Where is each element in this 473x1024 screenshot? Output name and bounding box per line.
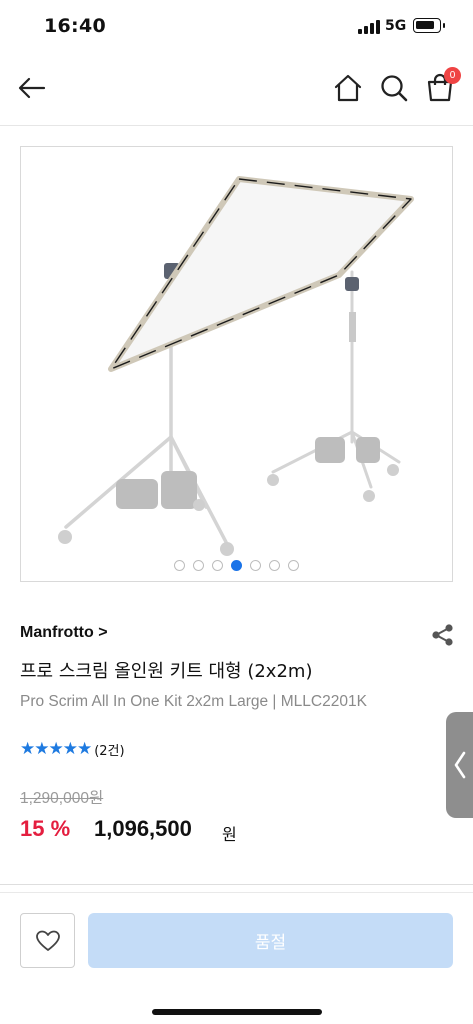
sale-price: 1,096,500 [94,816,192,841]
battery-icon [413,18,445,33]
home-indicator [152,1009,322,1015]
slide-dot[interactable] [212,560,223,571]
brand-link[interactable]: Manfrotto > [20,624,108,642]
divider [0,892,473,893]
share-button[interactable] [430,623,456,647]
network-label: 5G [385,18,407,34]
chevron-left-icon [454,751,465,779]
cart-button[interactable]: 0 [422,67,461,106]
cart-count-badge: 0 [444,67,461,84]
status-bar: 16:40 5G [0,0,473,56]
slide-dot[interactable] [288,560,299,571]
divider [0,884,473,885]
share-icon [432,624,453,646]
slide-dot[interactable] [174,560,185,571]
home-icon [334,74,362,102]
heart-icon [35,930,60,951]
home-button[interactable] [330,70,366,106]
signal-icon [358,20,380,34]
product-subtitle: Pro Scrim All In One Kit 2x2m Large | ML… [20,693,367,710]
soldout-button[interactable]: 품절 [88,913,453,968]
slide-dot[interactable] [250,560,261,571]
rating-stars: ★★★★★ [20,739,92,759]
arrow-left-icon [18,77,46,99]
wishlist-button[interactable] [20,913,75,968]
side-drawer-tab[interactable] [446,712,473,818]
product-title: 프로 스크림 올인원 키트 대형 (2x2m) [20,661,313,682]
product-image [58,176,414,556]
search-icon [381,75,408,102]
slide-dot[interactable] [231,560,242,571]
top-nav: 0 [0,56,473,126]
status-time: 16:40 [44,15,106,37]
slide-dot[interactable] [269,560,280,571]
back-button[interactable] [14,70,50,106]
original-price: 1,290,000원 [20,790,104,807]
search-button[interactable] [376,70,412,106]
product-gallery[interactable] [20,146,453,582]
currency-label: 원 [222,825,237,844]
review-count: (2건) [94,743,125,759]
rating[interactable]: ★★★★★ (2건) [20,739,125,759]
slide-indicator [21,560,452,572]
discount-rate: 15 % [20,816,71,841]
slide-dot[interactable] [193,560,204,571]
